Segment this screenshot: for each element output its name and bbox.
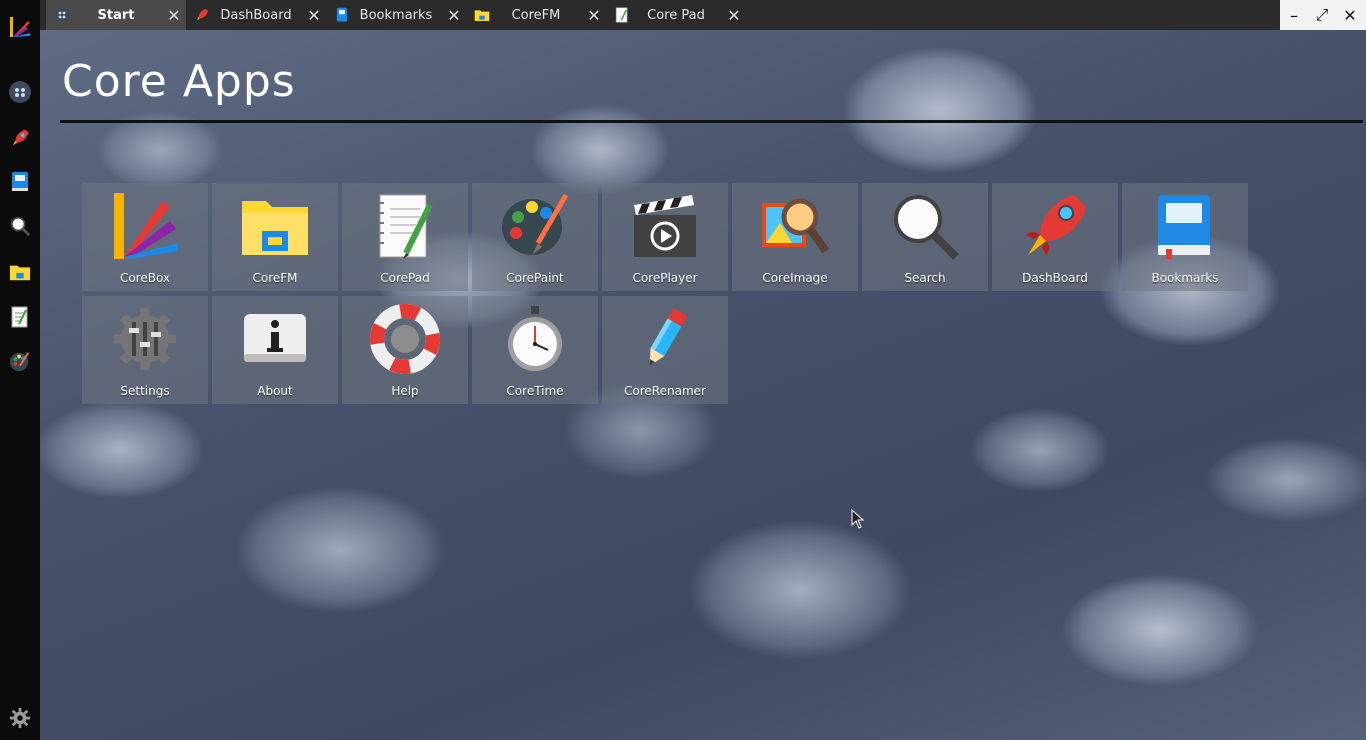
paint-palette-icon[interactable]: [8, 350, 32, 374]
notepad-icon: [378, 194, 433, 259]
tab-bar: Start ✕ DashBoard ✕ Bookmarks ✕ CoreFM ✕…: [40, 0, 1280, 30]
app-label: CorePlayer: [632, 271, 698, 285]
tab-label: DashBoard: [220, 7, 292, 23]
title-divider: [60, 120, 1363, 123]
tab-label: Bookmarks: [359, 7, 433, 23]
app-tile-help[interactable]: Help: [342, 296, 468, 404]
tab-bookmarks[interactable]: Bookmarks ✕: [326, 0, 466, 30]
paint-palette-icon: [502, 193, 569, 255]
folder-icon[interactable]: [8, 260, 32, 284]
app-tile-corepaint[interactable]: CorePaint: [472, 183, 598, 291]
app-label: CoreTime: [506, 384, 564, 398]
left-dock: [0, 0, 40, 740]
app-label: CoreFM: [252, 271, 298, 285]
app-label: CoreBox: [119, 271, 171, 285]
app-label: Bookmarks: [1151, 271, 1219, 285]
lifebuoy-icon: [370, 304, 440, 374]
app-tile-corebox[interactable]: CoreBox: [82, 183, 208, 291]
clapperboard-icon: [634, 195, 696, 257]
app-label: CoreRenamer: [624, 384, 706, 398]
pencil-icon: [649, 308, 688, 366]
notepad-icon: [614, 7, 630, 23]
tab-start[interactable]: Start ✕: [46, 0, 186, 30]
notepad-icon[interactable]: [8, 305, 32, 329]
window-controls: – ⤢ ✕: [1280, 0, 1366, 30]
settings-sliders-icon: [114, 308, 176, 370]
bookmark-book-icon: [334, 7, 350, 23]
bookmark-book-icon: [1158, 195, 1210, 259]
app-label: About: [257, 384, 293, 398]
app-label: CoreImage: [762, 271, 828, 285]
tab-label: CoreFM: [511, 7, 561, 23]
app-label: CorePaint: [506, 271, 564, 285]
rocket-icon[interactable]: [8, 126, 32, 150]
minimize-button[interactable]: –: [1280, 0, 1308, 30]
rocket-icon: [194, 7, 210, 23]
image-magnifier-icon: [762, 198, 830, 254]
mouse-cursor-icon: [851, 509, 865, 529]
tab-label: Start: [97, 7, 135, 23]
app-tile-coretime[interactable]: CoreTime: [472, 296, 598, 404]
app-tile-bookmarks[interactable]: Bookmarks: [1122, 183, 1248, 291]
app-label: Help: [391, 384, 419, 398]
app-tile-dashboard[interactable]: DashBoard: [992, 183, 1118, 291]
coreapps-icon: [54, 7, 70, 23]
app-label: CorePad: [380, 271, 430, 285]
tab-corefm[interactable]: CoreFM ✕: [466, 0, 606, 30]
app-label: Settings: [120, 384, 170, 398]
app-label: DashBoard: [1022, 271, 1088, 285]
close-icon[interactable]: ✕: [582, 6, 606, 25]
app-tile-search[interactable]: Search: [862, 183, 988, 291]
app-tile-corefm[interactable]: CoreFM: [212, 183, 338, 291]
info-icon: [244, 314, 306, 362]
rocket-icon: [1026, 195, 1086, 255]
page-title: Core Apps: [62, 56, 296, 107]
app-tile-settings[interactable]: Settings: [82, 296, 208, 404]
corebox-icon: [114, 193, 178, 259]
bookmark-book-icon[interactable]: [8, 170, 32, 194]
close-icon[interactable]: ✕: [722, 6, 746, 25]
maximize-button[interactable]: ⤢: [1308, 0, 1336, 30]
app-label: Search: [904, 271, 946, 285]
tab-dashboard[interactable]: DashBoard ✕: [186, 0, 326, 30]
folder-icon: [242, 201, 308, 255]
close-icon[interactable]: ✕: [442, 6, 466, 25]
app-tile-corerenamer[interactable]: CoreRenamer: [602, 296, 728, 404]
close-icon[interactable]: ✕: [302, 6, 326, 25]
tab-label: Core Pad: [647, 7, 705, 23]
close-icon[interactable]: ✕: [162, 6, 186, 25]
coreapps-logo-icon[interactable]: [8, 15, 32, 39]
app-tile-about[interactable]: About: [212, 296, 338, 404]
stopwatch-icon: [508, 306, 562, 371]
app-tile-coreimage[interactable]: CoreImage: [732, 183, 858, 291]
start-icon[interactable]: [8, 80, 32, 104]
app-tile-corepad[interactable]: CorePad: [342, 183, 468, 291]
search-icon: [894, 195, 959, 260]
close-window-button[interactable]: ✕: [1336, 0, 1364, 30]
app-tile-coreplayer[interactable]: CorePlayer: [602, 183, 728, 291]
search-icon[interactable]: [8, 214, 32, 238]
tab-core-pad[interactable]: Core Pad ✕: [606, 0, 746, 30]
folder-icon: [474, 7, 490, 23]
gear-icon[interactable]: [8, 706, 32, 730]
